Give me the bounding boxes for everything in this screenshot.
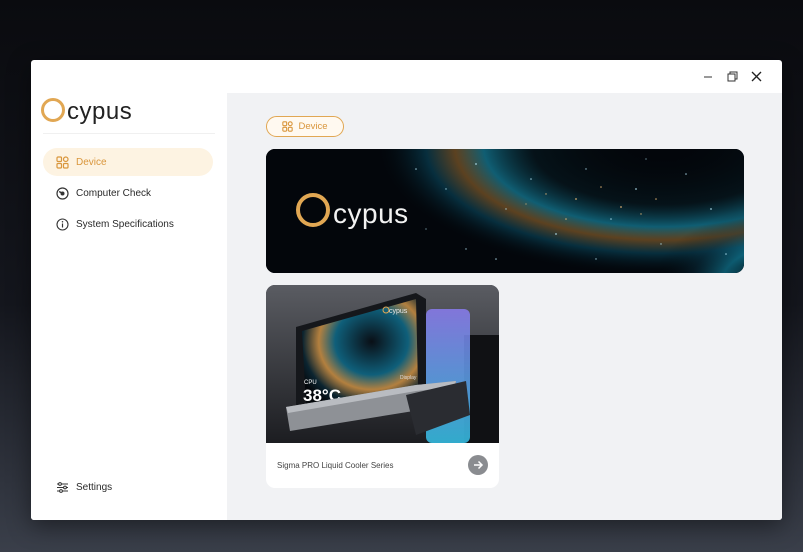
main-content: Device cypus cypus CPU 38°C Display Sigm… <box>227 93 782 520</box>
sidebar-item-label: Device <box>76 156 107 168</box>
app-logo: cypus <box>41 93 132 127</box>
banner-logo-text: cypus <box>333 198 409 229</box>
screen-side-label: Display <box>400 375 417 381</box>
product-card[interactable]: cypus CPU 38°C Display Sigma PRO Liquid … <box>266 285 499 488</box>
sidebar-item-computer-check[interactable]: Computer Check <box>43 179 213 207</box>
device-filter-pill[interactable]: Device <box>266 116 344 137</box>
grid-icon <box>282 121 294 132</box>
close-icon <box>751 71 761 82</box>
title-bar <box>31 60 782 93</box>
minimize-button[interactable] <box>696 65 720 89</box>
sidebar-item-label: System Specifications <box>76 218 174 230</box>
sidebar-item-device[interactable]: Device <box>43 148 213 176</box>
sliders-icon <box>55 480 69 494</box>
logo-ring-icon <box>41 98 65 122</box>
restore-button[interactable] <box>720 65 744 89</box>
sidebar-divider <box>43 133 215 134</box>
arrow-right-icon <box>474 460 484 470</box>
gauge-icon <box>55 186 69 200</box>
logo-ring-icon <box>296 193 330 227</box>
settings-button[interactable]: Settings <box>43 474 213 500</box>
banner-logo: cypus <box>296 190 409 230</box>
app-window: cypus Device Computer Check System Speci… <box>31 60 782 520</box>
settings-label: Settings <box>76 481 113 493</box>
info-icon <box>55 217 69 231</box>
open-product-button[interactable] <box>468 455 488 475</box>
product-image: cypus CPU 38°C Display <box>266 285 499 443</box>
brand-banner: cypus <box>266 149 744 273</box>
product-name: Sigma PRO Liquid Cooler Series <box>277 461 394 470</box>
sidebar-item-system-specifications[interactable]: System Specifications <box>43 210 213 238</box>
device-pill-label: Device <box>298 121 328 132</box>
close-button[interactable] <box>744 65 768 89</box>
sidebar: cypus Device Computer Check System Speci… <box>31 93 227 520</box>
logo-text: cypus <box>67 98 133 125</box>
sidebar-item-label: Computer Check <box>76 187 152 199</box>
restore-icon <box>727 71 737 82</box>
sidebar-nav: Device Computer Check System Specificati… <box>43 148 213 241</box>
grid-icon <box>55 155 69 169</box>
screen-brand-text: cypus <box>389 308 408 315</box>
minimize-icon <box>704 76 712 77</box>
